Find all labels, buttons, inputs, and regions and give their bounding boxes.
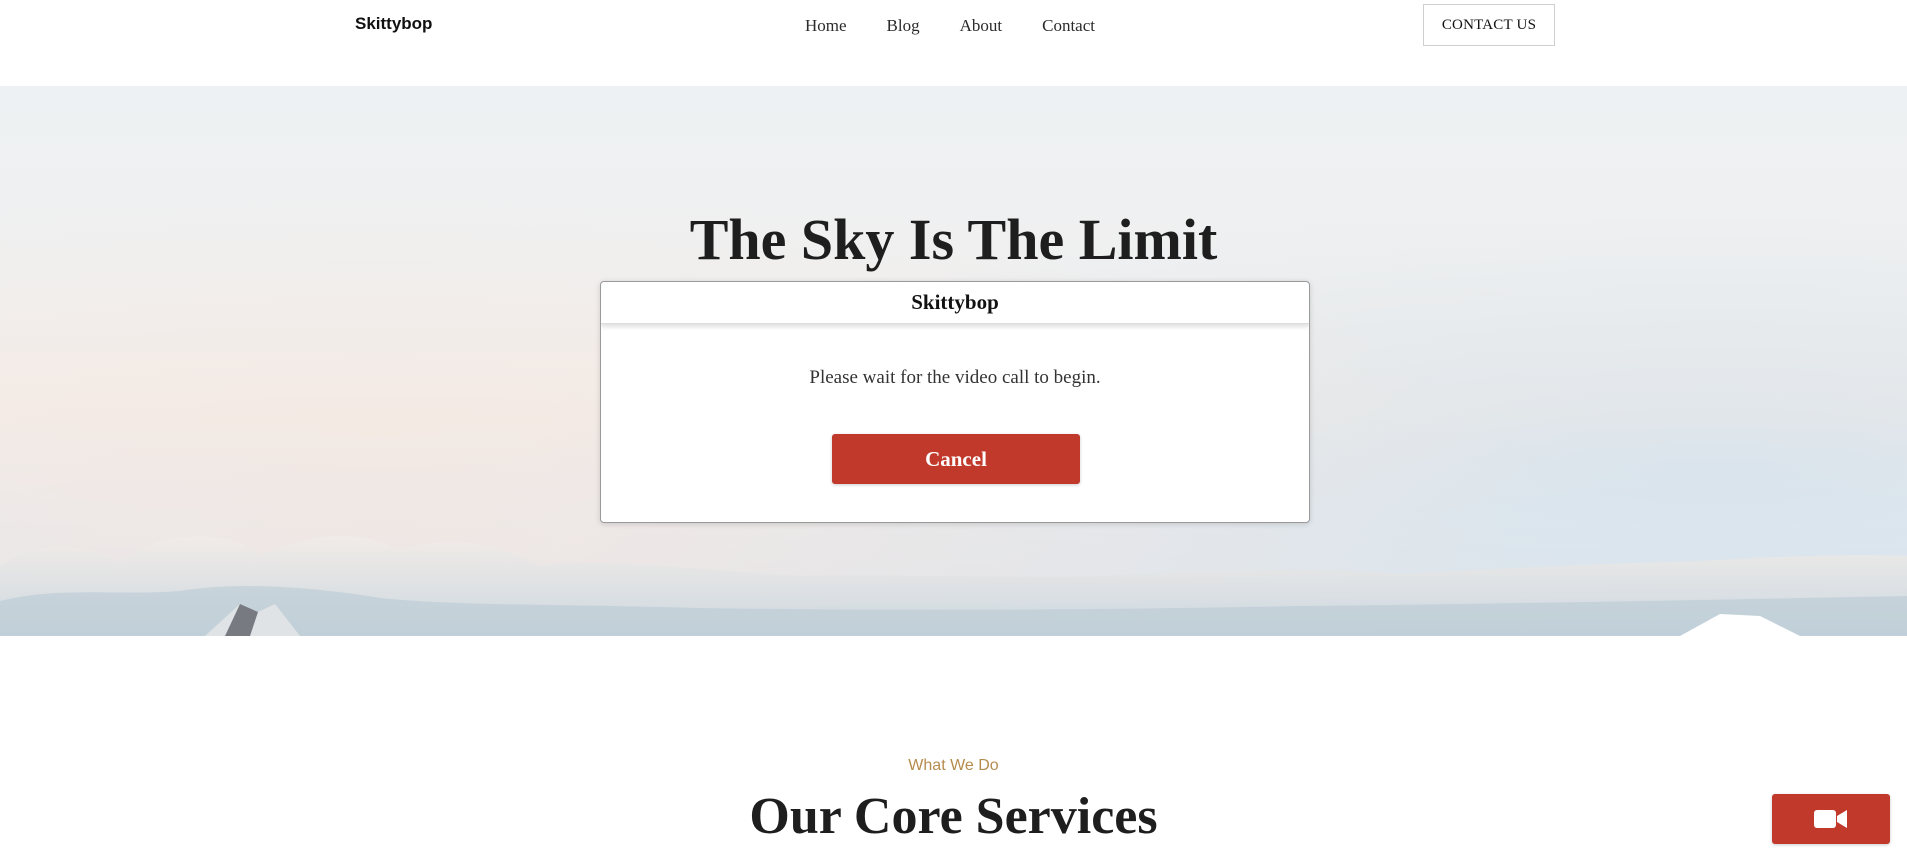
nav-about-link[interactable]: About [960,16,1003,36]
cancel-button[interactable]: Cancel [832,434,1080,484]
nav-contact-link[interactable]: Contact [1042,16,1095,36]
video-call-dialog: Skittybop Please wait for the video call… [600,281,1310,523]
brand-logo[interactable]: Skittybop [355,14,432,34]
dialog-title: Skittybop [601,282,1309,324]
section-eyebrow: What We Do [908,757,999,774]
section-title: Our Core Services [749,788,1158,845]
video-camera-icon [1814,810,1847,828]
contact-us-button[interactable]: CONTACT US [1423,4,1555,46]
dialog-message: Please wait for the video call to begin. [809,367,1101,388]
nav-blog-link[interactable]: Blog [887,16,920,36]
video-call-button[interactable] [1772,794,1890,844]
hero-title: The Sky Is The Limit [689,207,1218,272]
hero-clouds-image [0,535,1907,636]
nav-home-link[interactable]: Home [805,16,847,36]
site-header: Skittybop Home Blog About Contact CONTAC… [0,0,1907,86]
main-nav: Home Blog About Contact [805,16,1095,36]
